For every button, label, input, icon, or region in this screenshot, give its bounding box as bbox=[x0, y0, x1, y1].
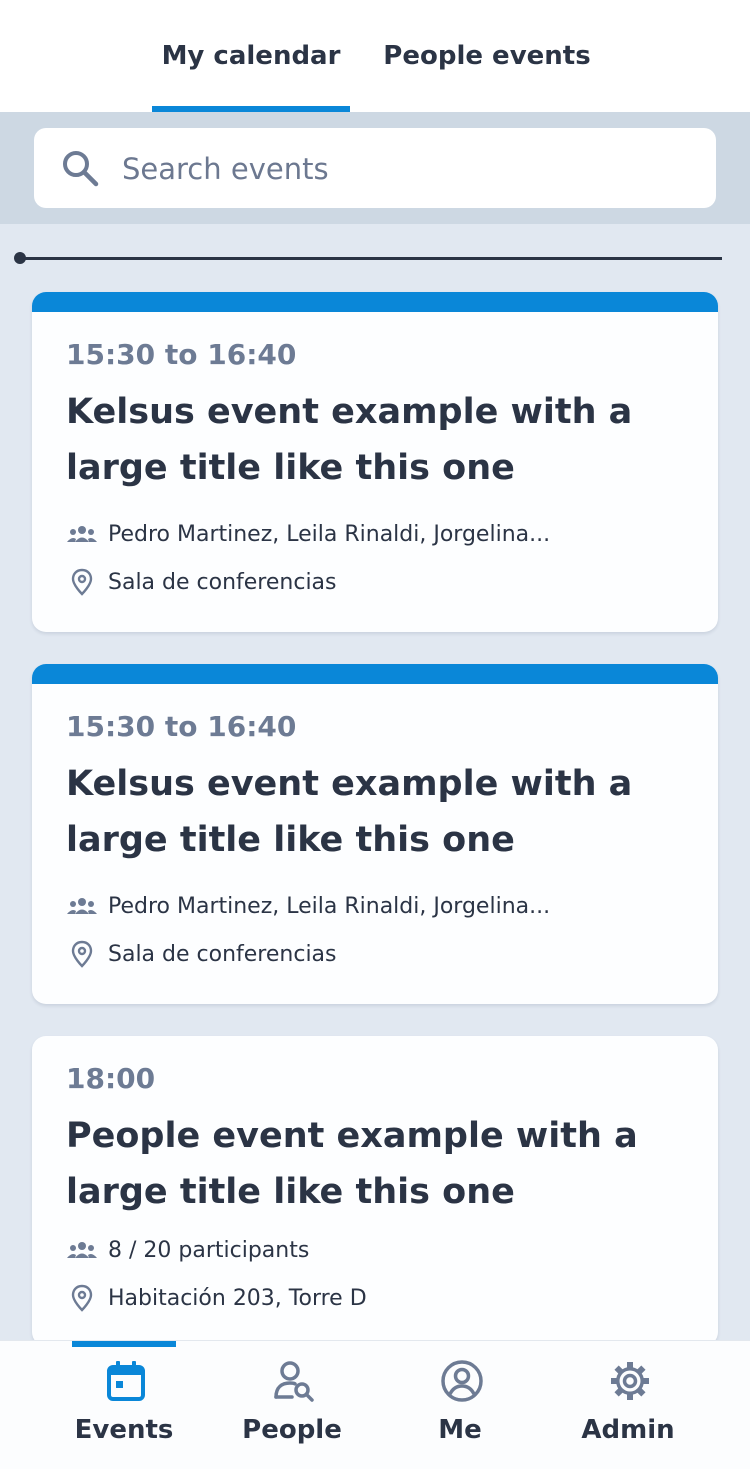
nav-admin[interactable]: Admin bbox=[544, 1341, 712, 1469]
tab-people-events-label: People events bbox=[383, 41, 591, 71]
group-icon bbox=[67, 1242, 97, 1258]
event-card[interactable]: 15:30 to 16:40 Kelsus event example with… bbox=[32, 292, 718, 632]
tab-my-calendar-label: My calendar bbox=[161, 41, 341, 71]
nav-me[interactable]: Me bbox=[376, 1341, 544, 1469]
event-card-accent bbox=[32, 664, 718, 684]
current-time-line bbox=[20, 257, 722, 260]
top-tab-bar: My calendar People events bbox=[0, 0, 750, 112]
event-title-line: large title like this one bbox=[66, 820, 515, 860]
event-card[interactable]: 15:30 to 16:40 Kelsus event example with… bbox=[32, 664, 718, 1004]
event-time: 15:30 to 16:40 bbox=[66, 338, 297, 371]
event-location-text: Sala de conferencias bbox=[108, 569, 337, 595]
nav-admin-label: Admin bbox=[581, 1415, 675, 1445]
event-title-line: Kelsus event example with a bbox=[66, 764, 633, 804]
location-pin-icon bbox=[71, 940, 93, 968]
person-search-icon bbox=[274, 1361, 314, 1402]
location-pin-icon bbox=[71, 568, 93, 596]
event-location: Sala de conferencias bbox=[66, 940, 337, 968]
calendar-icon bbox=[107, 1361, 145, 1401]
event-title: Kelsus event example with a large title … bbox=[66, 756, 696, 868]
group-icon bbox=[67, 898, 97, 914]
event-title-line: Kelsus event example with a bbox=[66, 392, 633, 432]
location-pin-icon bbox=[71, 1284, 93, 1312]
group-icon bbox=[67, 526, 97, 542]
event-attendees: Pedro Martinez, Leila Rinaldi, Jorgelina… bbox=[66, 892, 550, 920]
search-icon bbox=[63, 151, 99, 187]
tab-my-calendar[interactable]: My calendar bbox=[152, 0, 350, 112]
search-box[interactable] bbox=[34, 128, 716, 210]
bottom-navigation: Events People Me Admin bbox=[0, 1340, 750, 1469]
gear-icon bbox=[611, 1362, 649, 1400]
event-participants-text: 8 / 20 participants bbox=[108, 1237, 310, 1263]
event-title-line: People event example with a bbox=[66, 1116, 638, 1156]
nav-me-label: Me bbox=[438, 1415, 482, 1445]
event-card-accent bbox=[32, 292, 718, 312]
event-location: Habitación 203, Torre D bbox=[66, 1284, 367, 1312]
active-nav-indicator bbox=[72, 1341, 176, 1347]
event-location: Sala de conferencias bbox=[66, 568, 337, 596]
event-participants: 8 / 20 participants bbox=[66, 1236, 309, 1264]
event-title-line: large title like this one bbox=[66, 448, 515, 488]
event-time: 15:30 to 16:40 bbox=[66, 710, 297, 743]
event-time: 18:00 bbox=[66, 1062, 156, 1095]
nav-events[interactable]: Events bbox=[40, 1341, 208, 1469]
tab-people-events[interactable]: People events bbox=[378, 0, 596, 112]
search-bar bbox=[0, 112, 750, 224]
event-location-text: Habitación 203, Torre D bbox=[108, 1285, 367, 1311]
event-attendees: Pedro Martinez, Leila Rinaldi, Jorgelina… bbox=[66, 520, 550, 548]
event-title-line: large title like this one bbox=[66, 1172, 515, 1212]
event-title: Kelsus event example with a large title … bbox=[66, 384, 696, 496]
event-attendees-text: Pedro Martinez, Leila Rinaldi, Jorgelina… bbox=[108, 521, 551, 547]
event-card[interactable]: 18:00 People event example with a large … bbox=[32, 1036, 718, 1346]
nav-people[interactable]: People bbox=[208, 1341, 376, 1469]
event-attendees-text: Pedro Martinez, Leila Rinaldi, Jorgelina… bbox=[108, 893, 551, 919]
event-location-text: Sala de conferencias bbox=[108, 941, 337, 967]
search-input[interactable] bbox=[120, 128, 704, 210]
account-circle-icon bbox=[441, 1360, 483, 1402]
event-title: People event example with a large title … bbox=[66, 1108, 696, 1220]
nav-people-label: People bbox=[242, 1415, 342, 1445]
nav-events-label: Events bbox=[74, 1415, 174, 1445]
